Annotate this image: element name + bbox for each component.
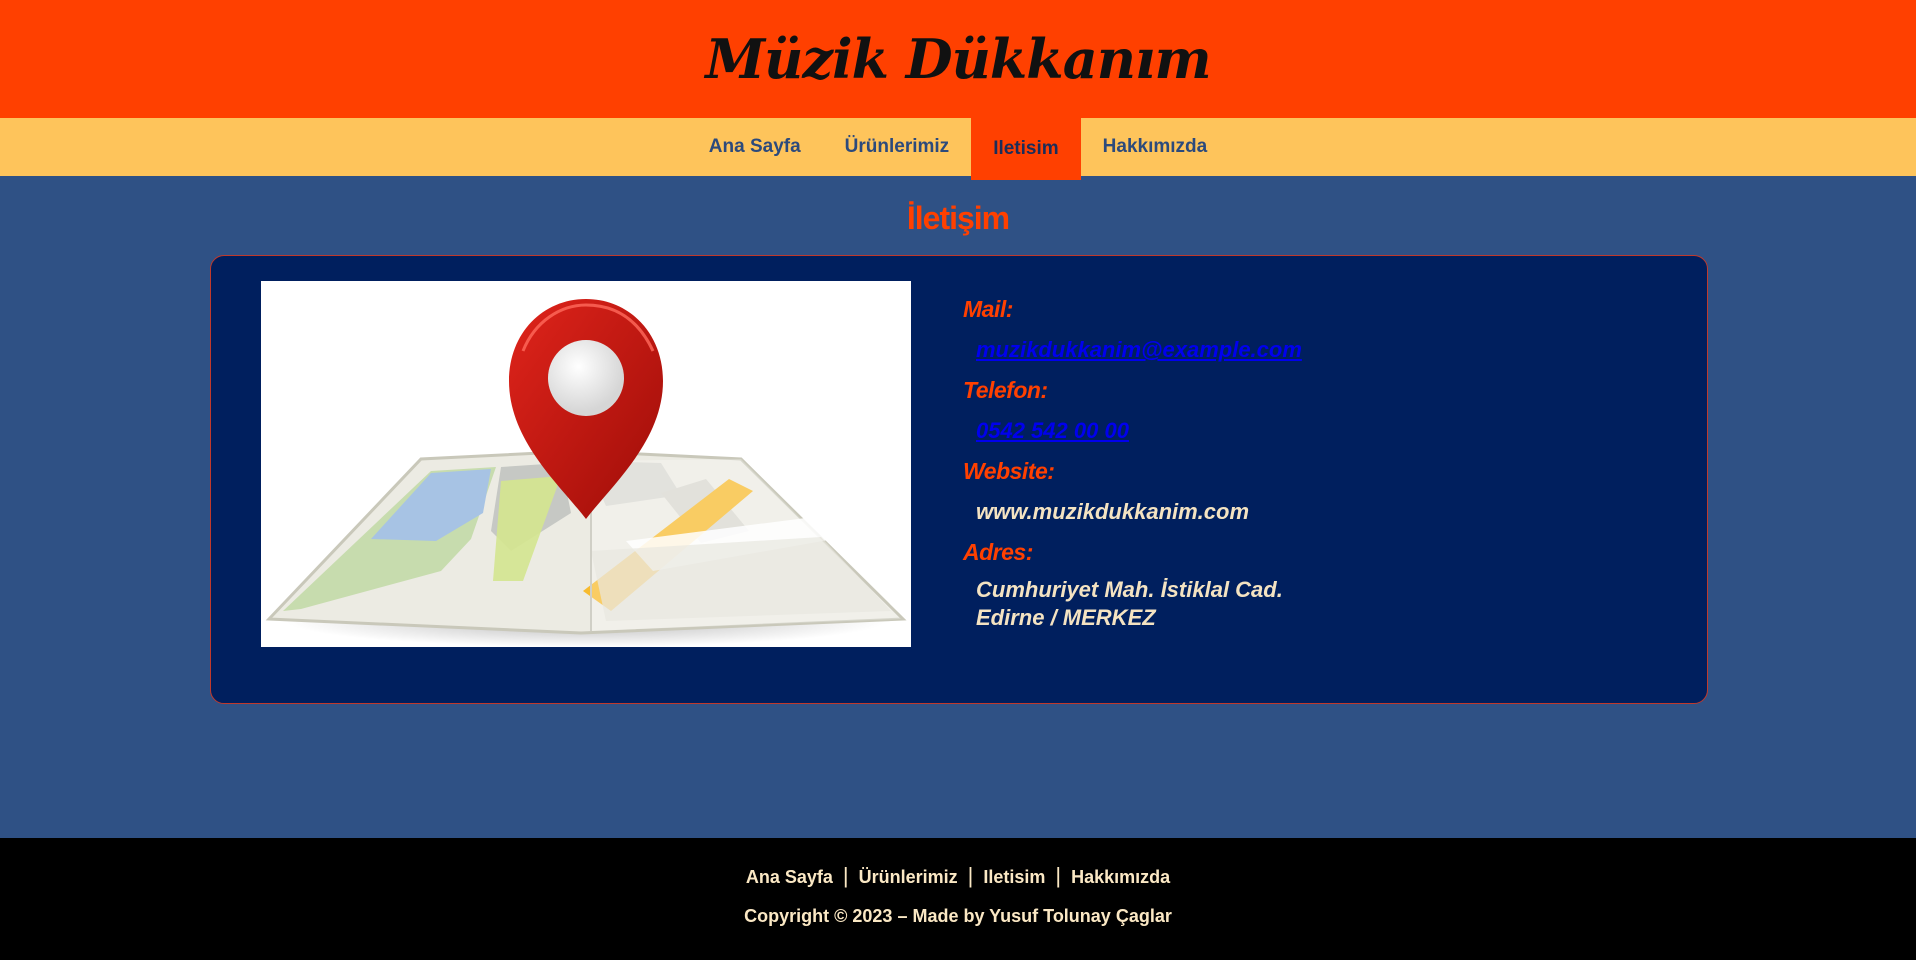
phone-label: Telefon: [963, 377, 1048, 403]
map-pin-icon [265, 299, 907, 647]
contact-info: Mail: muzikdukkanim@example.com Telefon:… [963, 289, 1643, 632]
map-image [261, 281, 911, 647]
address-label: Adres: [963, 539, 1033, 565]
footer-link-home[interactable]: Ana Sayfa [736, 867, 843, 887]
nav-item-home[interactable]: Ana Sayfa [687, 118, 823, 176]
site-footer: Ana Sayfa | Ürünlerimiz | Iletisim | Hakkımızd… [0, 838, 1916, 960]
website-label: Website: [963, 458, 1055, 484]
phone-link[interactable]: 0542 542 00 00 [976, 410, 1643, 451]
address-line-1: Cumhuriyet Mah. İstiklal Cad. [976, 577, 1283, 602]
footer-link-contact[interactable]: Iletisim [973, 867, 1055, 887]
nav-item-products[interactable]: Ürünlerimiz [823, 118, 972, 176]
contact-card: Mail: muzikdukkanim@example.com Telefon:… [210, 255, 1708, 704]
site-header: Müzik Dükkanım [0, 0, 1916, 118]
nav-item-contact[interactable]: Iletisim [971, 118, 1081, 180]
footer-nav: Ana Sayfa | Ürünlerimiz | Iletisim | Hakkımızd… [0, 860, 1916, 892]
website-value: www.muzikdukkanim.com [976, 499, 1250, 524]
page-title: İletişim [906, 200, 1010, 236]
address-value: Cumhuriyet Mah. İstiklal Cad. Edirne / M… [976, 576, 1643, 632]
mail-link[interactable]: muzikdukkanim@example.com [976, 329, 1643, 370]
footer-link-about[interactable]: Hakkımızda [1061, 867, 1180, 887]
nav-item-about[interactable]: Hakkımızda [1081, 118, 1230, 176]
footer-link-products[interactable]: Ürünlerimiz [849, 867, 968, 887]
mail-label: Mail: [963, 296, 1013, 322]
address-line-2: Edirne / MERKEZ [976, 605, 1156, 630]
footer-separator: | [842, 863, 849, 888]
site-title: Müzik Dükkanım [705, 27, 1211, 91]
copyright-text: Copyright © 2023 – Made by Yusuf Tolunay… [744, 906, 1172, 926]
main-nav: Ana Sayfa Ürünlerimiz Iletisim Hakkımızd… [0, 118, 1916, 180]
